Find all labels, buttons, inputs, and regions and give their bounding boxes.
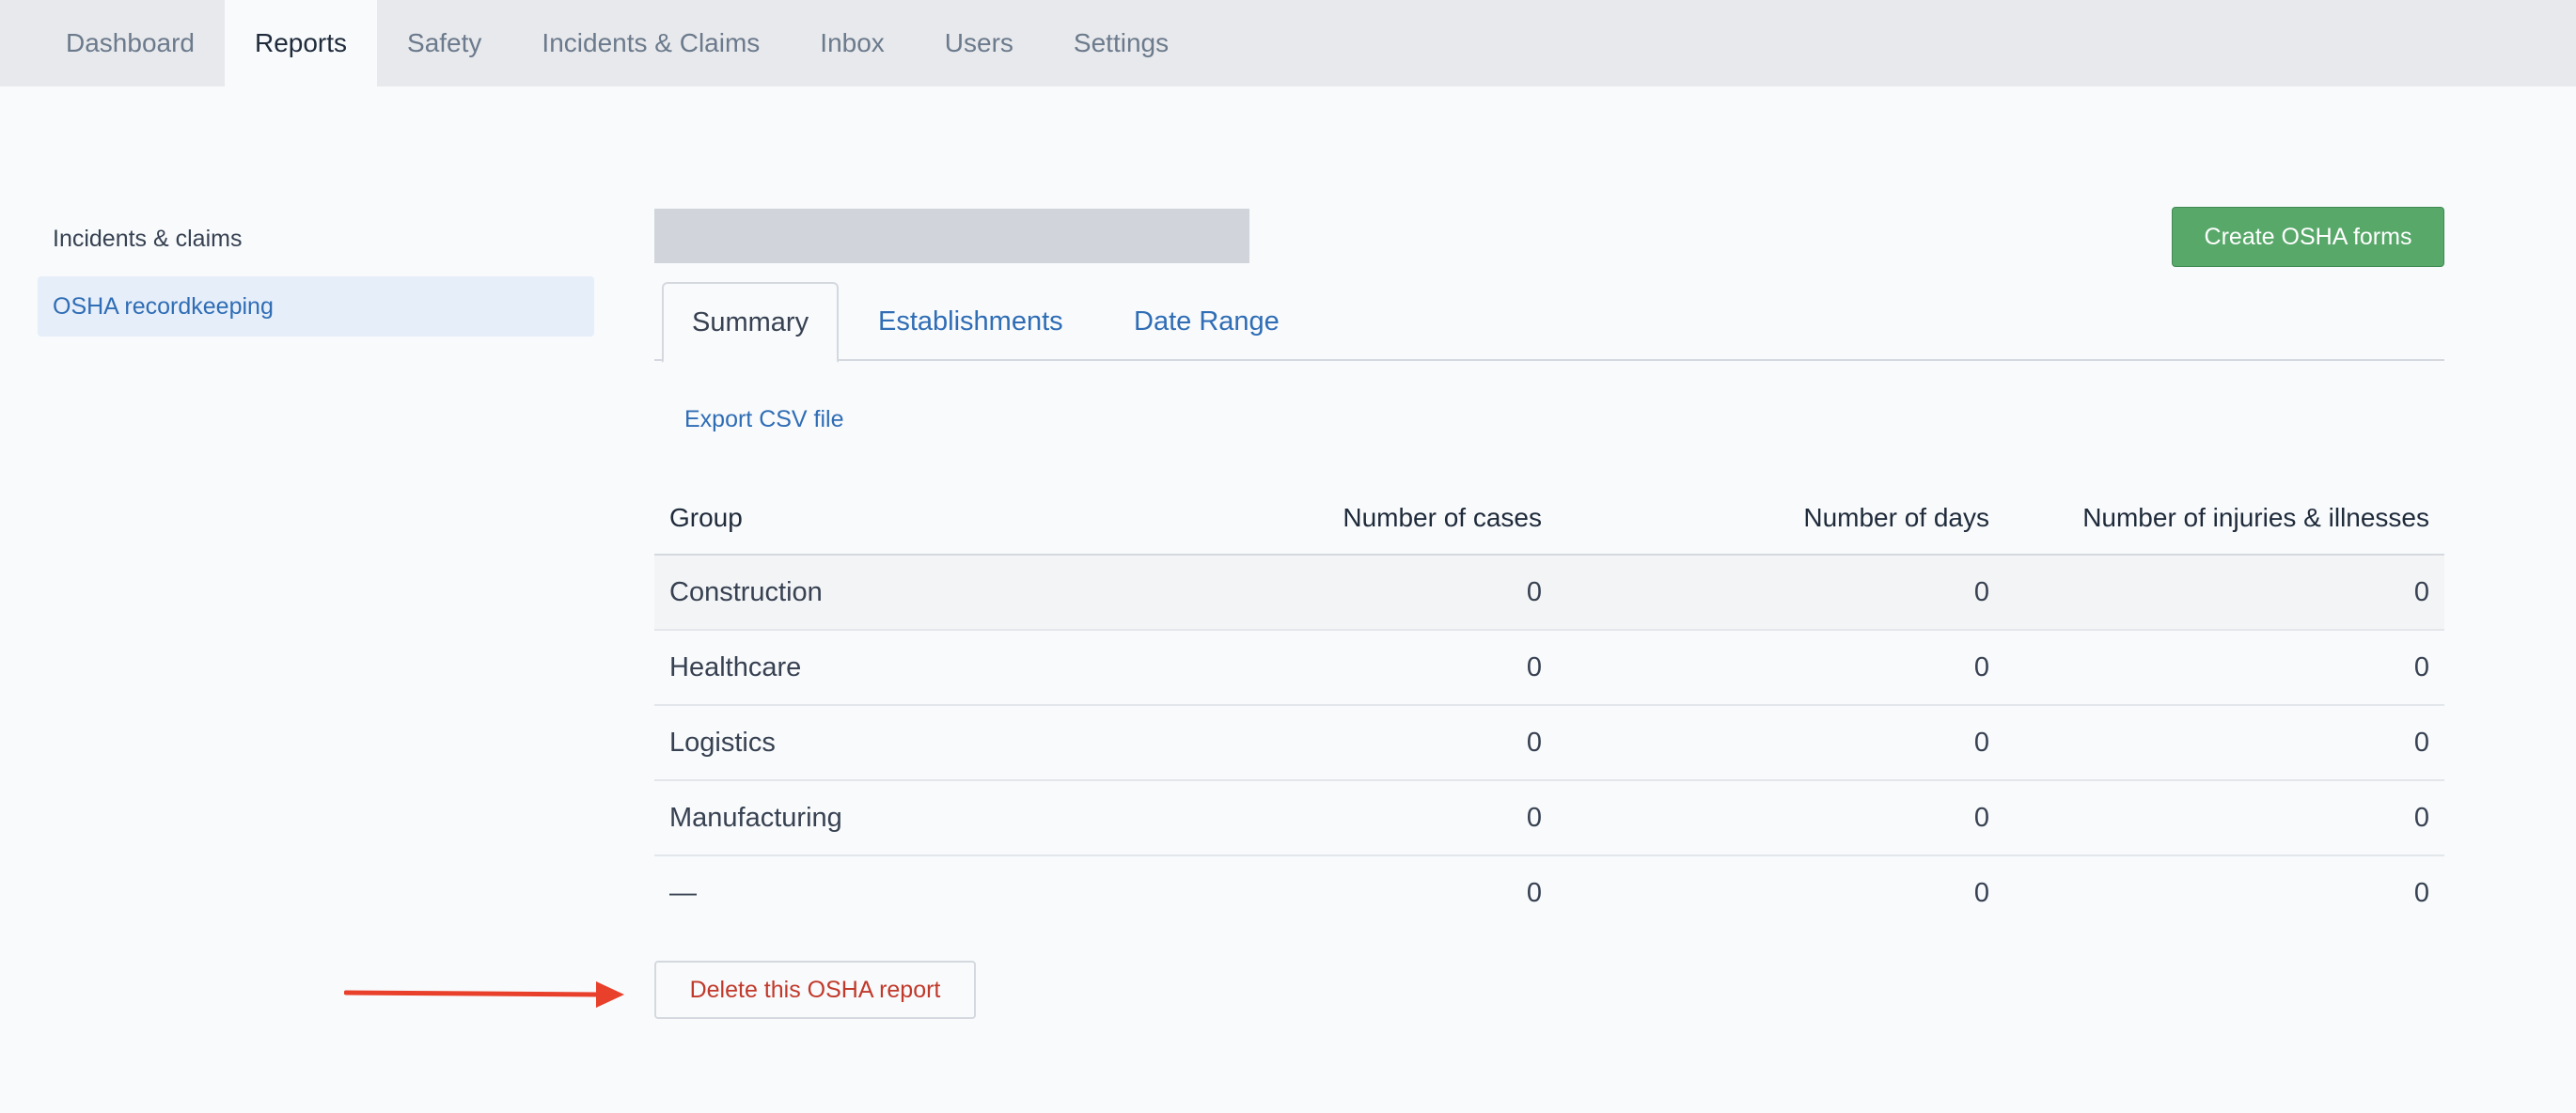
nav-inbox[interactable]: Inbox [790, 0, 915, 86]
days-cell: 0 [1973, 878, 1989, 908]
top-nav: Dashboard Reports Safety Incidents & Cla… [0, 0, 2576, 86]
tab-establishments[interactable]: Establishments [878, 282, 1063, 361]
nav-users[interactable]: Users [915, 0, 1044, 86]
summary-table: Group Number of cases Number of days Num… [654, 481, 2444, 931]
table-row: Manufacturing 0 0 0 [654, 780, 2444, 856]
report-tabs: Summary Establishments Date Range [654, 282, 2444, 363]
group-cell: Construction [654, 555, 1124, 631]
days-cell: 0 [1557, 555, 2004, 631]
sidebar-item-incidents-claims[interactable]: Incidents & claims [38, 209, 594, 269]
column-header-injuries: Number of injuries & illnesses [2004, 481, 2444, 556]
column-header-days: Number of days [1557, 481, 2004, 556]
sidebar-item-osha-recordkeeping[interactable]: OSHA recordkeeping [38, 276, 594, 337]
tab-summary[interactable]: Summary [662, 282, 840, 363]
sidebar: Incidents & claims OSHA recordkeeping [38, 209, 594, 344]
create-osha-forms-button[interactable]: Create OSHA forms [2172, 207, 2444, 267]
nav-dashboard[interactable]: Dashboard [36, 0, 225, 86]
group-cell: Healthcare [654, 630, 1124, 706]
column-header-group: Group [654, 481, 1124, 556]
injuries-cell: 0 [2413, 878, 2429, 908]
nav-reports[interactable]: Reports [224, 0, 378, 86]
report-title-placeholder [654, 209, 1249, 263]
table-row: Construction 0 0 0 [654, 555, 2444, 631]
table-row: Healthcare 0 0 0 [654, 630, 2444, 706]
table-row: Logistics 0 0 0 [654, 705, 2444, 781]
nav-incidents-claims[interactable]: Incidents & Claims [511, 0, 790, 86]
cases-cell: 0 [1124, 555, 1557, 631]
group-cell-empty: — [669, 878, 697, 908]
injuries-cell: 0 [2004, 705, 2444, 781]
cases-cell: 0 [1124, 705, 1557, 781]
column-header-cases: Number of cases [1124, 481, 1557, 556]
days-cell: 0 [1557, 630, 2004, 706]
table-row: — 0 0 0 [654, 855, 2444, 931]
injuries-cell: 0 [2004, 780, 2444, 856]
delete-osha-report-button[interactable]: Delete this OSHA report [654, 961, 976, 1019]
cases-cell: 0 [1124, 630, 1557, 706]
group-cell: Manufacturing [654, 780, 1124, 856]
nav-settings[interactable]: Settings [1044, 0, 1199, 86]
days-cell: 0 [1557, 705, 2004, 781]
annotation-arrow-icon [344, 981, 624, 1008]
injuries-cell: 0 [2004, 630, 2444, 706]
export-csv-link[interactable]: Export CSV file [684, 406, 844, 433]
injuries-cell: 0 [2004, 555, 2444, 631]
cases-cell: 0 [1526, 878, 1542, 908]
group-cell: Logistics [654, 705, 1124, 781]
cases-cell: 0 [1124, 780, 1557, 856]
days-cell: 0 [1557, 780, 2004, 856]
tab-date-range[interactable]: Date Range [1134, 282, 1280, 361]
table-header-row: Group Number of cases Number of days Num… [654, 481, 2444, 556]
nav-safety[interactable]: Safety [377, 0, 511, 86]
